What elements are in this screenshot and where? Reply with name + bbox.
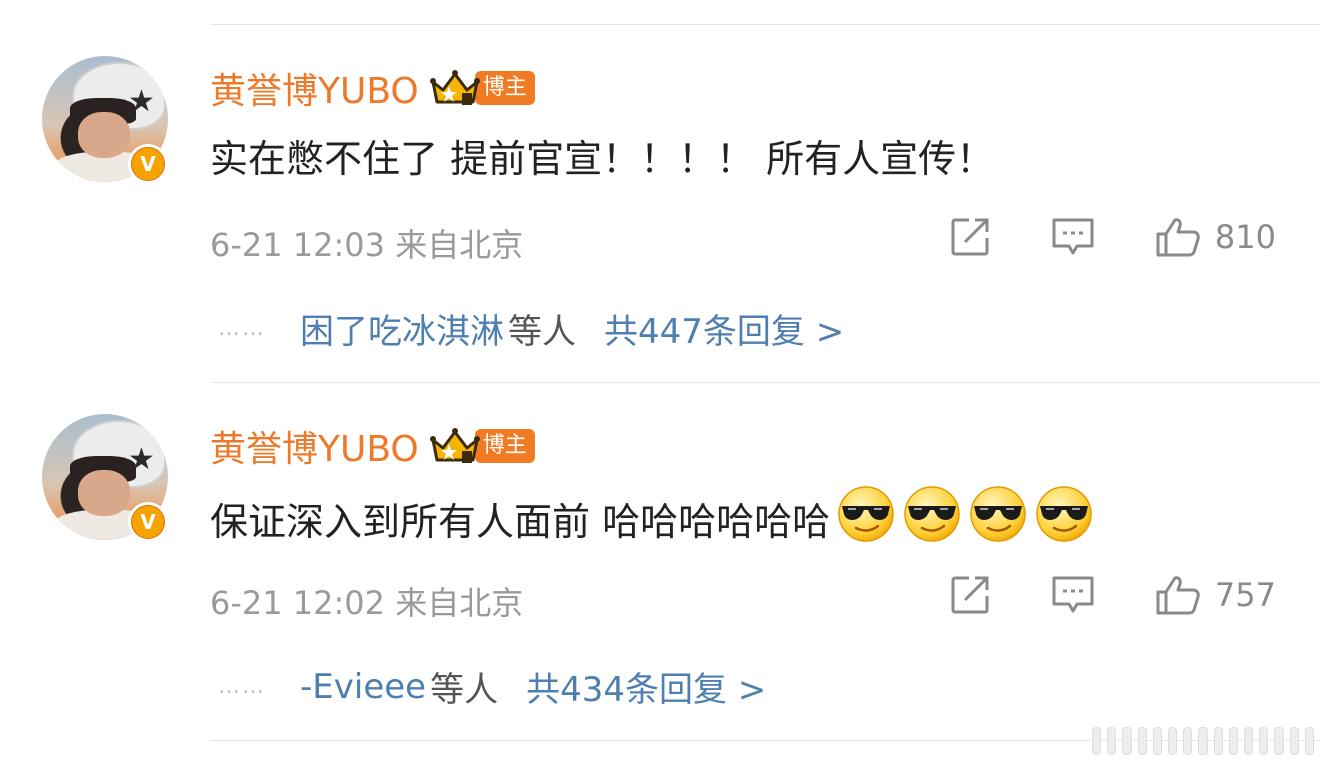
comment-actions: 810 — [889, 216, 1276, 258]
comment-text: 保证深入到所有人面前 哈哈哈哈哈哈 — [210, 484, 1094, 553]
comment-text-content: 实在憋不住了 提前官宣！！！！ 所有人宣传！ — [210, 137, 995, 181]
replies-dots: …… — [218, 316, 266, 341]
replies-etc: 等人 — [430, 670, 499, 710]
comment-button[interactable] — [1051, 217, 1095, 257]
avatar-face — [78, 112, 130, 158]
verified-badge: V — [128, 502, 168, 542]
repost-button[interactable] — [949, 216, 991, 258]
comment-actions: 757 — [889, 574, 1276, 616]
replies-row[interactable]: …… -Evieee 等人 共434条回复 > — [218, 662, 766, 711]
comment-time: 6-21 12:03 — [210, 226, 386, 264]
replies-etc: 等人 — [508, 312, 576, 352]
watermark-strip — [1092, 727, 1315, 755]
repost-button[interactable] — [949, 574, 991, 616]
username[interactable]: 黄誉博YUBO — [210, 62, 419, 114]
blogger-badge: 博主 — [474, 71, 535, 105]
view-replies-link[interactable]: 共447条回复 > — [604, 304, 844, 353]
verified-badge: V — [128, 144, 168, 184]
comment-icon — [1052, 218, 1094, 255]
comment-text: 实在憋不住了 提前官宣！！！！ 所有人宣传！ — [210, 128, 994, 183]
username[interactable]: 黄誉博YUBO — [210, 420, 419, 472]
star-icon: ★ — [128, 84, 155, 119]
comment-text-content: 保证深入到所有人面前 哈哈哈哈哈哈 — [210, 500, 831, 544]
thumbs-up-icon — [1156, 576, 1200, 615]
like-button[interactable]: 810 — [1155, 216, 1276, 258]
comment-location: 来自北京 — [395, 226, 524, 264]
repost-icon — [951, 218, 989, 256]
view-replies-link[interactable]: 共434条回复 > — [526, 662, 766, 711]
comment-item: ★ V 黄誉博YUBO 博主 保证深入到所有人面前 哈哈哈哈哈哈 6-21 12… — [0, 382, 1320, 740]
cool-sunglasses-emoji — [970, 486, 1026, 542]
replies-row[interactable]: …… 困了吃冰淇淋 等人 共447条回复 > — [218, 304, 844, 353]
cool-sunglasses-emoji — [1036, 486, 1092, 542]
comment-icon — [1052, 576, 1094, 613]
crown-level-icon — [429, 70, 480, 105]
name-row: 黄誉博YUBO 博主 — [210, 62, 535, 114]
like-count: 757 — [1214, 576, 1276, 614]
comment-location: 来自北京 — [395, 584, 524, 622]
comment-meta: 6-21 12:03 来自北京 — [210, 220, 523, 266]
cool-sunglasses-emoji — [838, 486, 894, 542]
crown-level-icon — [429, 428, 480, 463]
comment-list: ★ V 黄誉博YUBO 博主 实在憋不住了 提前官宣！！！！ 所有人宣传！ 6-… — [0, 0, 1320, 772]
replies-dots: …… — [218, 674, 266, 699]
verified-v-icon: V — [131, 147, 165, 181]
star-icon: ★ — [128, 442, 155, 477]
emoji-group — [830, 484, 1094, 553]
avatar-face — [78, 470, 130, 516]
blogger-badge: 博主 — [474, 429, 535, 463]
thumbs-up-icon — [1156, 218, 1200, 257]
comment-item: ★ V 黄誉博YUBO 博主 实在憋不住了 提前官宣！！！！ 所有人宣传！ 6-… — [0, 24, 1320, 382]
cool-sunglasses-emoji — [904, 486, 960, 542]
name-row: 黄誉博YUBO 博主 — [210, 420, 535, 472]
first-replier[interactable]: 困了吃冰淇淋 — [300, 304, 504, 353]
like-count: 810 — [1214, 218, 1276, 256]
comment-time: 6-21 12:02 — [210, 584, 386, 622]
repost-icon — [951, 576, 989, 614]
like-button[interactable]: 757 — [1155, 574, 1276, 616]
first-replier[interactable]: -Evieee — [300, 667, 426, 707]
verified-v-icon: V — [131, 505, 165, 539]
comment-meta: 6-21 12:02 来自北京 — [210, 578, 523, 624]
comment-button[interactable] — [1051, 575, 1095, 615]
